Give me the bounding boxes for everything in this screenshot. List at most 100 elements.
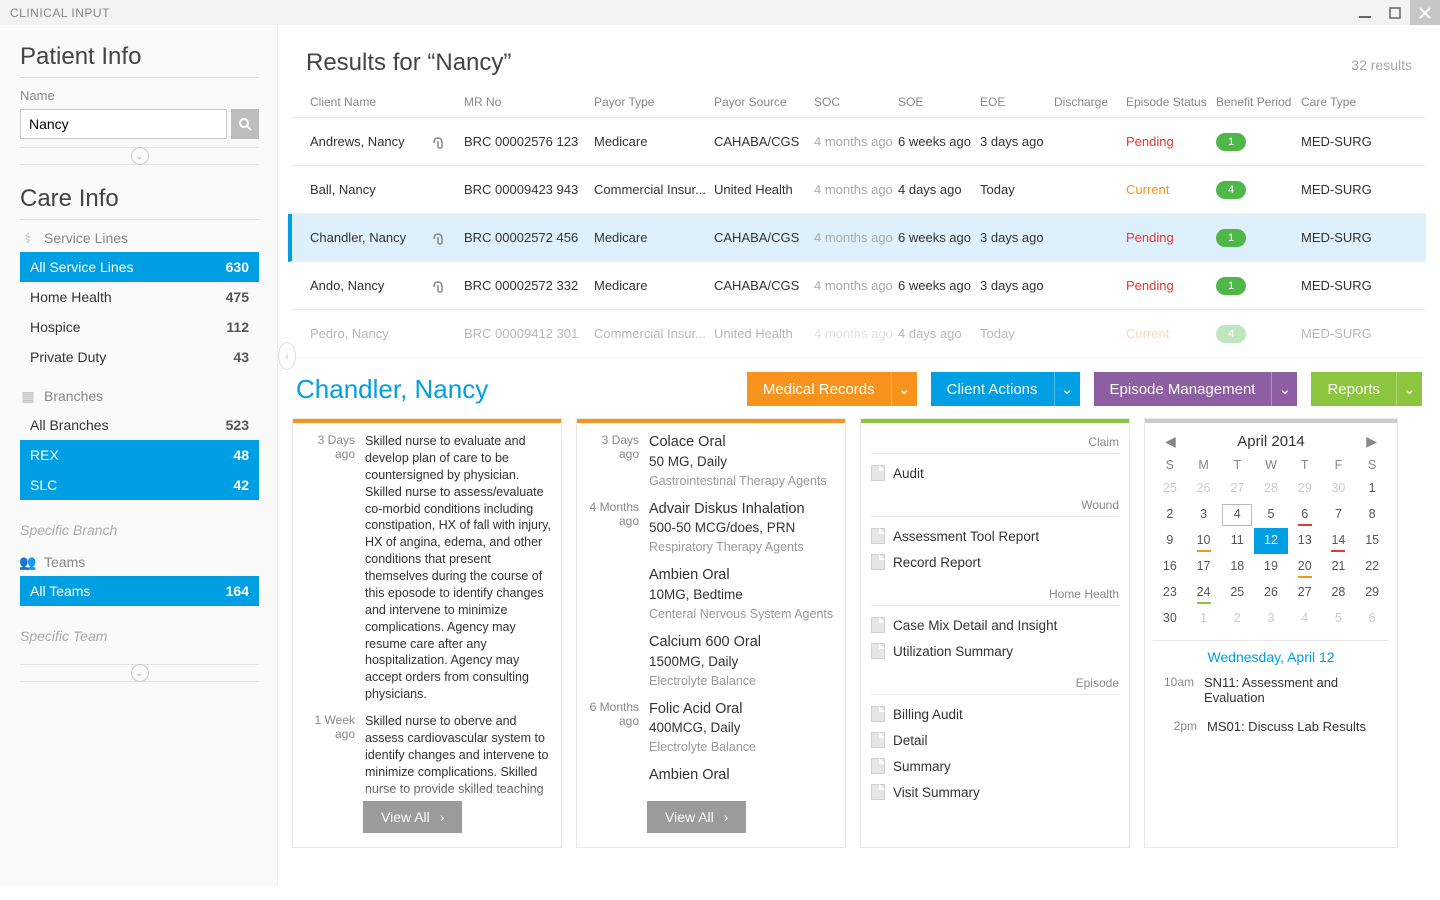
minimize-button[interactable] [1350,0,1380,25]
episode-management-button[interactable]: Episode Management⌄ [1094,372,1298,406]
column-header[interactable]: MR No [464,95,594,109]
branch-item[interactable]: All Branches523 [20,410,259,440]
service-line-item[interactable]: All Service Lines630 [20,252,259,282]
chevron-down-icon[interactable]: ⌄ [891,372,917,406]
cal-day[interactable]: 28 [1254,476,1288,502]
branch-placeholder[interactable]: Specific Branch [20,516,259,548]
column-header[interactable]: Discharge [1054,95,1126,109]
medical-records-button[interactable]: Medical Records⌄ [747,372,917,406]
cal-day[interactable]: 28 [1322,580,1356,606]
service-line-item[interactable]: Hospice112 [20,312,259,342]
cal-day[interactable]: 22 [1355,554,1389,580]
report-item[interactable]: Billing Audit [871,701,1119,727]
cal-day[interactable]: 13 [1288,528,1322,554]
column-header[interactable]: Episode Status [1126,95,1216,109]
report-item[interactable]: Case Mix Detail and Insight [871,612,1119,638]
cal-day[interactable]: 4 [1220,502,1254,528]
cal-day[interactable]: 5 [1254,502,1288,528]
cal-day[interactable]: 8 [1355,502,1389,528]
cal-day[interactable]: 17 [1187,554,1221,580]
column-header[interactable]: SOC [814,95,898,109]
cal-day[interactable]: 19 [1254,554,1288,580]
report-item[interactable]: Utilization Summary [871,638,1119,664]
cal-day[interactable]: 25 [1153,476,1187,502]
document-icon [871,554,885,570]
care-info-expander[interactable]: ⌄ [20,664,259,682]
maximize-button[interactable] [1380,0,1410,25]
cal-day[interactable]: 11 [1220,528,1254,554]
cal-day[interactable]: 26 [1254,580,1288,606]
cal-day[interactable]: 24 [1187,580,1221,606]
cal-day[interactable]: 21 [1322,554,1356,580]
service-line-item[interactable]: Home Health475 [20,282,259,312]
chevron-down-icon[interactable]: ⌄ [1396,372,1422,406]
name-input[interactable] [20,109,227,139]
chevron-down-icon[interactable]: ⌄ [1271,372,1297,406]
table-row[interactable]: Pedro, NancyBRC 00009412 301Commercial I… [292,310,1426,358]
table-row[interactable]: Chandler, NancyBRC 00002572 456MedicareC… [288,214,1426,262]
service-line-item[interactable]: Private Duty43 [20,342,259,372]
chevron-down-icon[interactable]: ⌄ [1054,372,1080,406]
cal-day[interactable]: 6 [1288,502,1322,528]
cal-day[interactable]: 7 [1322,502,1356,528]
team-item[interactable]: All Teams164 [20,576,259,606]
reports-button[interactable]: Reports⌄ [1311,372,1422,406]
column-header[interactable]: Payor Type [594,95,714,109]
cal-day[interactable]: 12 [1254,528,1288,554]
column-header[interactable]: Care Type [1301,95,1379,109]
report-item[interactable]: Audit [871,460,1119,486]
search-button[interactable] [231,109,259,139]
sidebar-collapse-button[interactable]: ‹ [278,342,296,370]
cal-day[interactable]: 25 [1220,580,1254,606]
cal-day[interactable]: 30 [1153,606,1187,632]
column-header[interactable]: Benefit Period [1216,95,1301,109]
column-header[interactable]: Client Name [310,95,430,109]
cal-day[interactable]: 16 [1153,554,1187,580]
branch-item[interactable]: SLC42 [20,470,259,500]
column-header[interactable]: Payor Source [714,95,814,109]
cal-day[interactable]: 15 [1355,528,1389,554]
column-header[interactable]: SOE [898,95,980,109]
report-item[interactable]: Detail [871,727,1119,753]
meds-view-all-button[interactable]: View All› [647,801,746,833]
cal-day[interactable]: 2 [1220,606,1254,632]
cal-day[interactable]: 4 [1288,606,1322,632]
cal-day[interactable]: 23 [1153,580,1187,606]
report-item[interactable]: Record Report [871,549,1119,575]
cal-day[interactable]: 5 [1322,606,1356,632]
cal-day[interactable]: 10 [1187,528,1221,554]
cal-day[interactable]: 26 [1187,476,1221,502]
cal-day[interactable]: 14 [1322,528,1356,554]
cal-day[interactable]: 30 [1322,476,1356,502]
report-item[interactable]: Summary [871,753,1119,779]
notes-view-all-button[interactable]: View All› [363,801,462,833]
cal-day[interactable]: 27 [1220,476,1254,502]
report-item[interactable]: Assessment Tool Report [871,523,1119,549]
agenda-item[interactable]: 2pmMS01: Discuss Lab Results [1153,719,1389,734]
agenda-item[interactable]: 10amSN11: Assessment and Evaluation [1153,675,1389,705]
client-actions-button[interactable]: Client Actions⌄ [931,372,1080,406]
cal-day[interactable]: 2 [1153,502,1187,528]
cal-day[interactable]: 29 [1288,476,1322,502]
table-row[interactable]: Andrews, NancyBRC 00002576 123MedicareCA… [292,118,1426,166]
cal-day[interactable]: 9 [1153,528,1187,554]
cal-day[interactable]: 20 [1288,554,1322,580]
patient-info-expander[interactable]: ⌄ [20,147,259,165]
cal-next-button[interactable]: ▶ [1360,433,1383,450]
cal-day[interactable]: 6 [1355,606,1389,632]
table-row[interactable]: Ando, NancyBRC 00002572 332MedicareCAHAB… [292,262,1426,310]
cal-day[interactable]: 3 [1254,606,1288,632]
cal-day[interactable]: 1 [1355,476,1389,502]
cal-day[interactable]: 27 [1288,580,1322,606]
close-button[interactable] [1410,0,1440,25]
column-header[interactable]: EOE [980,95,1054,109]
team-placeholder[interactable]: Specific Team [20,622,259,654]
cal-day[interactable]: 3 [1187,502,1221,528]
report-item[interactable]: Visit Summary [871,779,1119,805]
table-row[interactable]: Ball, NancyBRC 00009423 943Commercial In… [292,166,1426,214]
cal-day[interactable]: 29 [1355,580,1389,606]
cal-day[interactable]: 1 [1187,606,1221,632]
cal-day[interactable]: 18 [1220,554,1254,580]
cal-prev-button[interactable]: ◀ [1159,433,1182,450]
branch-item[interactable]: REX48 [20,440,259,470]
